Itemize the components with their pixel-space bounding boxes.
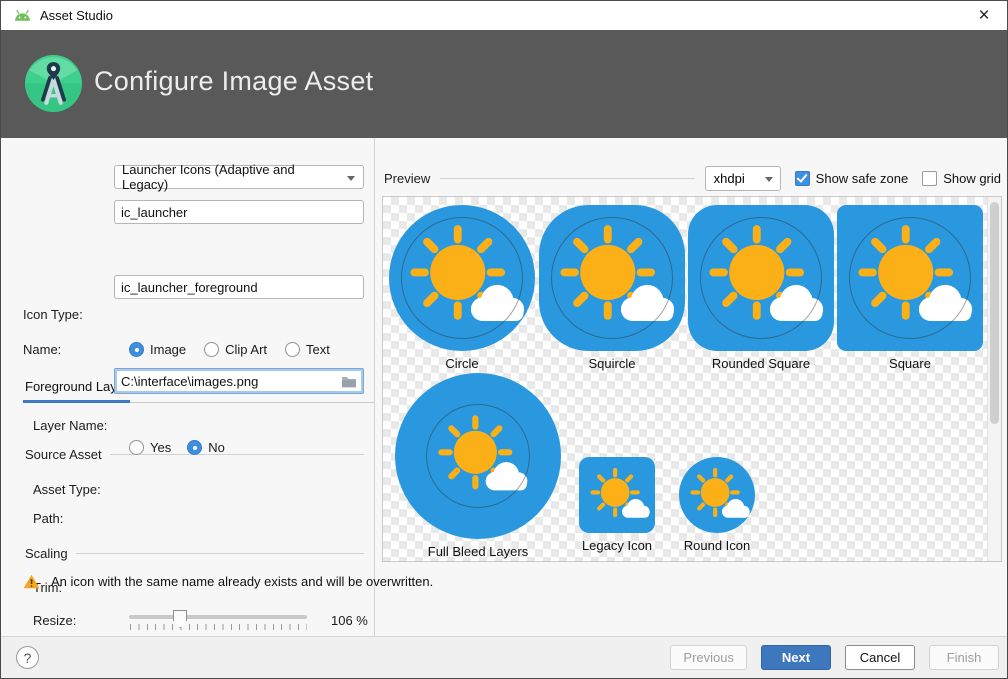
preview-section-title: Preview (384, 171, 430, 186)
launcher-icon-legacy (579, 457, 655, 533)
slider-ticks (130, 624, 307, 630)
cancel-button[interactable]: Cancel (845, 645, 915, 670)
configuration-panel: Icon Type: Launcher Icons (Adaptive and … (1, 138, 375, 638)
safe-zone-ring (401, 217, 524, 340)
launcher-icon-round (679, 457, 755, 533)
question-mark-icon: ? (24, 650, 32, 666)
preview-tile-round: Round Icon (679, 457, 755, 533)
slider-track[interactable] (129, 615, 307, 619)
density-value: xhdpi (714, 171, 745, 186)
layer-name-input[interactable] (114, 275, 364, 299)
close-icon: × (978, 5, 989, 27)
section-divider (76, 553, 364, 554)
name-input[interactable] (114, 200, 364, 224)
trim-radio-yes[interactable]: Yes (129, 440, 171, 455)
android-studio-logo (25, 55, 82, 112)
next-button[interactable]: Next (761, 645, 831, 670)
page-title: Configure Image Asset (94, 66, 373, 97)
preview-header: Preview xhdpi Show safe zone Show grid (384, 165, 1001, 191)
folder-browse-icon[interactable] (341, 375, 357, 388)
icon-type-value: Launcher Icons (Adaptive and Legacy) (122, 162, 341, 192)
name-label: Name: (23, 342, 61, 357)
window-title: Asset Studio (40, 8, 113, 23)
scrollbar-thumb[interactable] (990, 202, 999, 424)
path-field (114, 368, 364, 394)
warning-message: An icon with the same name already exist… (23, 574, 433, 589)
footer-bar: ? Previous Next Cancel Finish (1, 636, 1007, 678)
preview-tile-rounded-square: Rounded Square (688, 205, 834, 351)
help-button[interactable]: ? (16, 646, 39, 669)
section-divider (440, 178, 694, 179)
show-safe-zone-checkbox[interactable]: Show safe zone (795, 171, 909, 186)
safe-zone-ring (551, 217, 674, 340)
asset-type-radio-image[interactable]: Image (129, 342, 186, 357)
chevron-down-icon (347, 176, 355, 181)
preview-tile-circle: Circle (389, 205, 535, 351)
checkbox-checked-icon (795, 171, 810, 186)
finish-button[interactable]: Finish (929, 645, 999, 670)
trim-radio-no[interactable]: No (187, 440, 225, 455)
checkbox-icon (922, 171, 937, 186)
icon-type-label: Icon Type: (23, 307, 83, 322)
preview-tile-full-bleed: Full Bleed Layers (395, 373, 561, 539)
show-grid-checkbox[interactable]: Show grid (922, 171, 1001, 186)
radio-selected-icon (187, 440, 202, 455)
dialog-header: Configure Image Asset (1, 30, 1007, 138)
warning-icon (23, 574, 40, 589)
resize-slider[interactable] (129, 610, 307, 632)
chevron-down-icon (765, 177, 773, 182)
scaling-section-title: Scaling (25, 546, 68, 561)
warning-text: An icon with the same name already exist… (51, 574, 433, 589)
path-input[interactable] (121, 374, 341, 389)
icon-type-select[interactable]: Launcher Icons (Adaptive and Legacy) (114, 165, 364, 189)
tile-label: Square (807, 356, 1008, 371)
radio-selected-icon (129, 342, 144, 357)
resize-label: Resize: (33, 613, 76, 628)
preview-tile-square: Square (837, 205, 983, 351)
preview-tile-squircle: Squircle (539, 205, 685, 351)
close-button[interactable]: × (961, 1, 1007, 30)
source-asset-section-title: Source Asset (25, 447, 102, 462)
preview-area: Circle Squircle Rounded Square Square Fu… (382, 196, 1002, 562)
previous-button[interactable]: Previous (670, 645, 747, 670)
title-bar: Asset Studio × (1, 1, 1007, 30)
android-head-icon (13, 9, 32, 22)
path-label: Path: (33, 511, 63, 526)
asset-type-radio-clip-art[interactable]: Clip Art (204, 342, 267, 357)
layer-name-label: Layer Name: (33, 418, 107, 433)
radio-icon (204, 342, 219, 357)
preview-scrollbar[interactable] (987, 197, 1001, 561)
asset-type-label: Asset Type: (33, 482, 101, 497)
asset-studio-dialog: Asset Studio × Configure Image Asset Ico… (0, 0, 1008, 679)
radio-icon (129, 440, 144, 455)
preview-tile-legacy: Legacy Icon (579, 457, 655, 533)
safe-zone-ring (426, 404, 531, 509)
resize-value: 106 % (331, 613, 368, 628)
tile-label: Round Icon (649, 538, 785, 553)
density-select[interactable]: xhdpi (705, 166, 781, 191)
radio-icon (285, 342, 300, 357)
safe-zone-ring (849, 217, 972, 340)
safe-zone-ring (700, 217, 823, 340)
asset-type-radio-text[interactable]: Text (285, 342, 330, 357)
